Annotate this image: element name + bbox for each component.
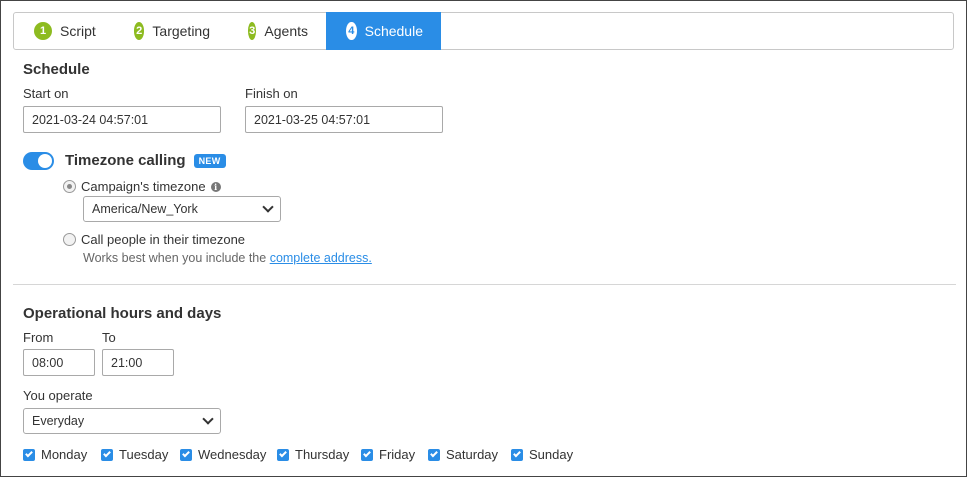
people-timezone-label: Call people in their timezone (81, 232, 246, 247)
day-thursday[interactable]: Thursday (277, 447, 349, 462)
tab-label: Agents (264, 23, 308, 39)
tab-agents[interactable]: 3 Agents (228, 13, 326, 49)
campaign-timezone-label: Campaign's timezone (81, 179, 206, 194)
section-divider (13, 284, 956, 285)
from-time-input[interactable] (23, 349, 95, 376)
step-number: 2 (134, 22, 145, 40)
timezone-select[interactable]: America/New_York (83, 196, 281, 222)
start-date-input[interactable] (23, 106, 221, 133)
tab-schedule[interactable]: 4 Schedule (326, 12, 441, 50)
to-label: To (102, 330, 116, 345)
from-label: From (23, 330, 54, 345)
schedule-heading: Schedule (23, 61, 90, 78)
step-tabs: 1 Script 2 Targeting 3 Agents 4 Schedule (13, 12, 954, 50)
step-number: 4 (346, 22, 357, 40)
step-number: 3 (248, 22, 257, 40)
friday-checkbox[interactable] (361, 448, 373, 461)
day-label: Monday (41, 447, 88, 462)
day-friday[interactable]: Friday (361, 447, 415, 462)
finish-date-input[interactable] (245, 106, 443, 133)
chevron-down-icon (262, 201, 274, 213)
to-time-input[interactable] (102, 349, 174, 376)
day-sunday[interactable]: Sunday (511, 447, 573, 462)
step-number: 1 (34, 22, 52, 40)
chevron-down-icon (202, 413, 214, 425)
info-icon[interactable]: i (210, 181, 221, 192)
timezone-label: Timezone calling (65, 152, 186, 169)
tuesday-checkbox[interactable] (101, 448, 113, 461)
day-monday[interactable]: Monday (23, 447, 87, 462)
day-label: Thursday (295, 447, 350, 462)
day-label: Tuesday (119, 447, 169, 462)
day-saturday[interactable]: Saturday (428, 447, 498, 462)
check-icon (103, 449, 111, 458)
operate-select[interactable]: Everyday (23, 408, 221, 434)
start-label: Start on (23, 86, 69, 101)
campaign-editor: 1 Script 2 Targeting 3 Agents 4 Schedule… (0, 0, 967, 477)
timezone-select-value: America/New_York (92, 202, 198, 216)
day-label: Friday (379, 447, 416, 462)
tab-label: Targeting (152, 23, 210, 39)
people-timezone-radio[interactable] (63, 233, 76, 246)
check-icon (25, 449, 33, 458)
timezone-toggle[interactable] (23, 152, 54, 170)
check-icon (430, 449, 438, 458)
check-icon (363, 449, 371, 458)
thursday-checkbox[interactable] (277, 448, 289, 461)
hint-text: Works best when you include the (83, 251, 267, 265)
day-label: Saturday (446, 447, 499, 462)
day-tuesday[interactable]: Tuesday (101, 447, 168, 462)
check-icon (279, 449, 287, 458)
new-badge: NEW (193, 153, 226, 168)
wednesday-checkbox[interactable] (180, 448, 192, 461)
tab-label: Schedule (364, 23, 423, 39)
day-label: Wednesday (198, 447, 267, 462)
campaign-timezone-option[interactable]: Campaign's timezone i (63, 179, 221, 194)
complete-address-link[interactable]: complete address. (270, 251, 372, 265)
monday-checkbox[interactable] (23, 448, 35, 461)
timezone-hint: Works best when you include the complete… (83, 251, 372, 265)
finish-label: Finish on (245, 86, 298, 101)
tab-label: Script (60, 23, 96, 39)
toggle-knob (38, 154, 52, 168)
operate-label: You operate (23, 388, 93, 403)
saturday-checkbox[interactable] (428, 448, 440, 461)
check-icon (182, 449, 190, 458)
check-icon (513, 449, 521, 458)
tab-script[interactable]: 1 Script (14, 13, 114, 49)
operational-heading: Operational hours and days (23, 305, 222, 322)
operate-select-value: Everyday (32, 414, 85, 428)
sunday-checkbox[interactable] (511, 448, 523, 461)
day-wednesday[interactable]: Wednesday (180, 447, 266, 462)
campaign-timezone-radio[interactable] (63, 180, 76, 193)
people-timezone-option[interactable]: Call people in their timezone (63, 232, 245, 247)
timezone-header: Timezone calling NEW (65, 152, 226, 169)
day-label: Sunday (529, 447, 574, 462)
tab-targeting[interactable]: 2 Targeting (114, 13, 228, 49)
